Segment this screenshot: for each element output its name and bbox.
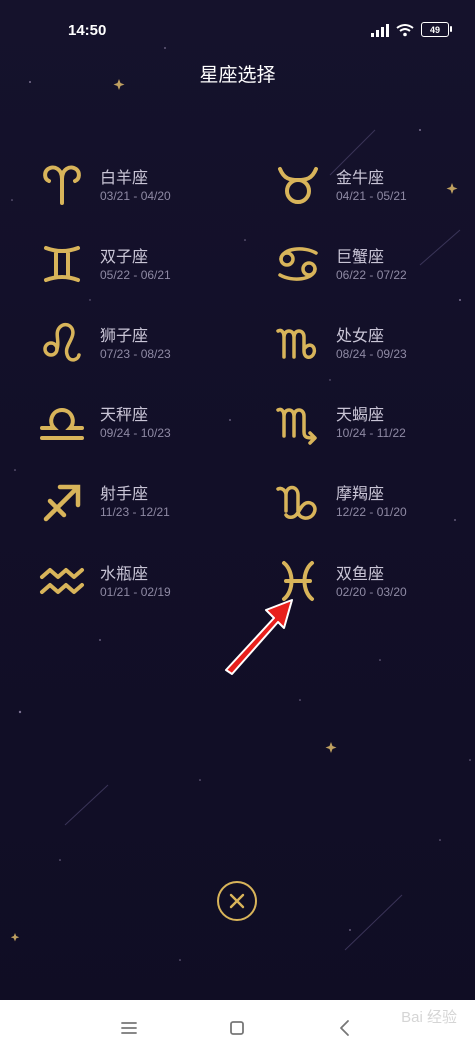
zodiac-dates: 06/22 - 07/22 — [336, 268, 407, 282]
back-icon[interactable] — [333, 1016, 357, 1040]
zodiac-name: 双子座 — [100, 247, 149, 266]
status-time: 14:50 — [68, 22, 107, 39]
zodiac-item-capricorn[interactable]: 摩羯座 12/22 - 01/20 — [274, 477, 474, 537]
zodiac-dates: 11/23 - 12/21 — [100, 505, 170, 519]
zodiac-name: 双鱼座 — [336, 564, 385, 583]
zodiac-name: 白羊座 — [100, 168, 149, 187]
leo-icon — [43, 322, 81, 362]
zodiac-dates: 09/24 - 10/23 — [100, 426, 171, 440]
aquarius-icon — [40, 568, 84, 594]
zodiac-item-libra[interactable]: 天秤座 09/24 - 10/23 — [38, 398, 238, 458]
wifi-icon — [396, 23, 414, 36]
zodiac-name: 天蝎座 — [336, 405, 385, 424]
virgo-icon — [276, 328, 317, 359]
zodiac-dates: 02/20 - 03/20 — [336, 585, 407, 599]
zodiac-name: 狮子座 — [100, 326, 149, 345]
zodiac-item-gemini[interactable]: 双子座 05/22 - 06/21 — [38, 240, 238, 300]
zodiac-item-cancer[interactable]: 巨蟹座 06/22 - 07/22 — [274, 240, 474, 300]
libra-icon — [40, 407, 84, 440]
zodiac-dates: 07/23 - 08/23 — [100, 347, 171, 361]
zodiac-name: 天秤座 — [100, 405, 149, 424]
zodiac-dates: 01/21 - 02/19 — [100, 585, 171, 599]
zodiac-name: 水瓶座 — [100, 564, 149, 583]
page-title: 星座选择 — [199, 64, 276, 86]
zodiac-dates: 04/21 - 05/21 — [336, 189, 407, 203]
menu-icon[interactable] — [117, 1016, 141, 1040]
close-button[interactable] — [217, 881, 257, 921]
zodiac-name: 处女座 — [336, 326, 385, 345]
zodiac-item-aries[interactable]: 白羊座 03/21 - 04/20 — [38, 161, 238, 221]
zodiac-item-pisces[interactable]: 双鱼座 02/20 - 03/20 — [274, 557, 474, 617]
zodiac-item-aquarius[interactable]: 水瓶座 01/21 - 02/19 — [38, 557, 238, 617]
zodiac-dates: 08/24 - 09/23 — [336, 347, 407, 361]
cancer-icon — [278, 247, 318, 281]
watermark: Bai 经验 — [401, 1009, 457, 1026]
status-bar: 14:50 49 — [0, 0, 475, 60]
zodiac-dates: 10/24 - 11/22 — [336, 426, 406, 440]
battery-indicator: 49 — [421, 22, 452, 37]
zodiac-name: 射手座 — [100, 484, 149, 503]
close-icon — [229, 893, 245, 909]
zodiac-item-leo[interactable]: 狮子座 07/23 - 08/23 — [38, 319, 238, 379]
zodiac-item-scorpio[interactable]: 天蝎座 10/24 - 11/22 — [274, 398, 474, 458]
zodiac-name: 巨蟹座 — [336, 247, 385, 266]
pisces-icon — [282, 561, 314, 601]
zodiac-item-sagittarius[interactable]: 射手座 11/23 - 12/21 — [38, 477, 238, 537]
scorpio-icon — [276, 407, 317, 445]
zodiac-item-taurus[interactable]: 金牛座 04/21 - 05/21 — [274, 161, 474, 221]
zodiac-name: 金牛座 — [336, 168, 385, 187]
zodiac-name: 摩羯座 — [336, 484, 385, 503]
signal-icon — [371, 23, 389, 37]
aries-icon — [43, 165, 81, 205]
zodiac-dates: 05/22 - 06/21 — [100, 268, 171, 282]
zodiac-dates: 03/21 - 04/20 — [100, 189, 171, 203]
sagittarius-icon — [43, 484, 81, 522]
zodiac-item-virgo[interactable]: 处女座 08/24 - 09/23 — [274, 319, 474, 379]
zodiac-dates: 12/22 - 01/20 — [336, 505, 407, 519]
gemini-icon — [44, 246, 80, 282]
taurus-icon — [278, 167, 318, 204]
home-icon[interactable] — [225, 1016, 249, 1040]
screen: 14:50 49 星座选择 白羊座 03/21 - 04/20 金牛座 04/2… — [0, 0, 475, 1055]
capricorn-icon — [276, 485, 317, 520]
status-icons: 49 — [371, 22, 452, 37]
